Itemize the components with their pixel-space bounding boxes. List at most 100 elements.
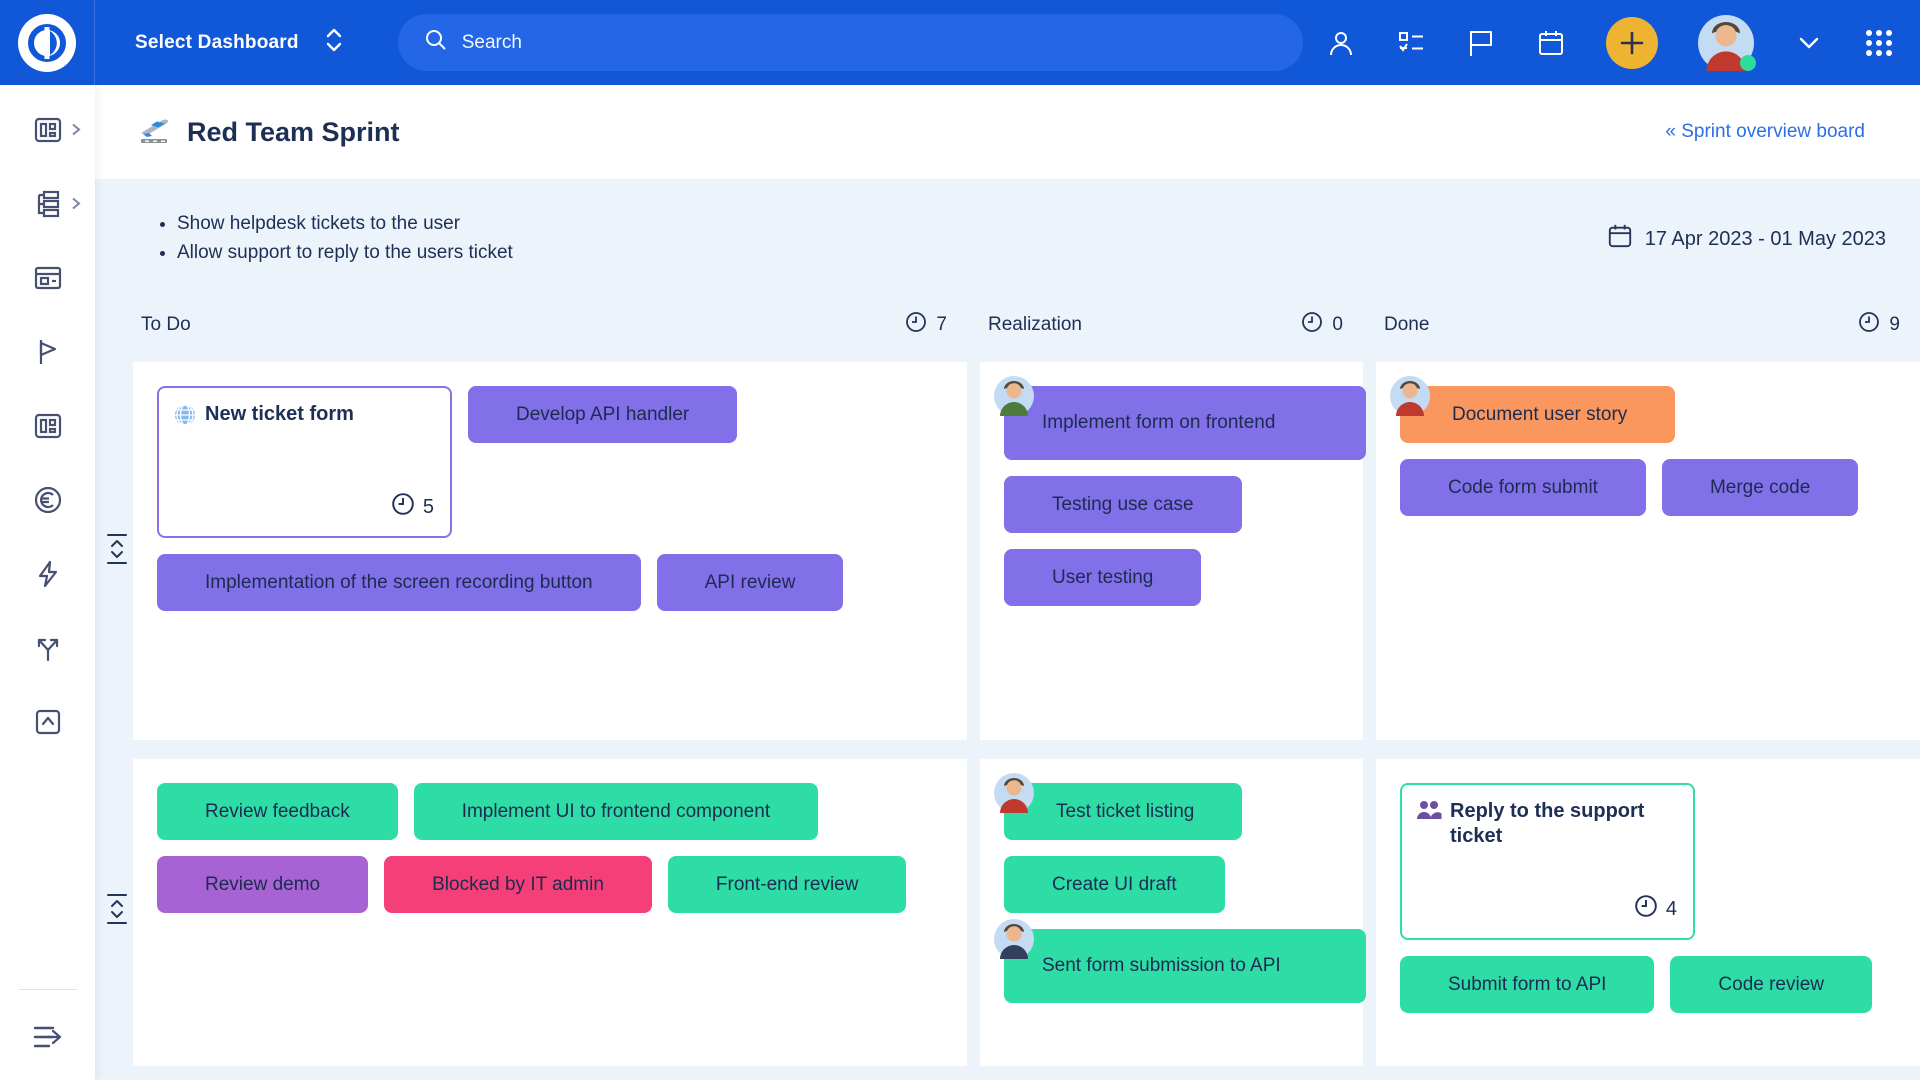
clock-icon <box>1858 311 1880 339</box>
card-label: API review <box>705 572 796 594</box>
column-hours: 9 <box>1889 314 1900 336</box>
card-label: Sent form submission to API <box>1042 953 1281 979</box>
euro-icon <box>32 484 64 521</box>
clock-icon <box>905 311 927 339</box>
kanban-card[interactable]: Develop API handler <box>468 386 737 443</box>
kanban-card[interactable]: Implement UI to frontend component <box>414 783 818 840</box>
sidebar-item-dashboards[interactable] <box>0 391 95 465</box>
kanban-card[interactable]: Submit form to API <box>1400 956 1654 1013</box>
sprint-board: Show helpdesk tickets to the user Allow … <box>95 180 1920 1080</box>
tasks-icon[interactable] <box>1396 28 1426 58</box>
app-logo[interactable] <box>0 0 95 85</box>
card-label: Create UI draft <box>1052 874 1177 896</box>
kanban-card[interactable]: Code review <box>1670 956 1872 1013</box>
card-row: Code form submit Merge code <box>1400 459 1858 516</box>
globe-icon <box>173 403 197 434</box>
sidebar-item-pages[interactable] <box>0 243 95 317</box>
card-label: Implementation of the screen recording b… <box>205 572 593 594</box>
assignee-avatar <box>1390 376 1430 416</box>
user-icon[interactable] <box>1326 28 1356 58</box>
sidebar-item-workflow[interactable] <box>0 613 95 687</box>
flag-icon[interactable] <box>1466 28 1496 58</box>
kanban-card[interactable]: Blocked by IT admin <box>384 856 652 913</box>
kanban-card[interactable]: Review feedback <box>157 783 398 840</box>
branch-icon <box>32 632 64 669</box>
card-label: Develop API handler <box>516 404 689 426</box>
card-row: Implement form on frontend <box>1004 386 1366 460</box>
dashboard-selector[interactable]: Select Dashboard <box>135 27 343 58</box>
kanban-card[interactable]: API review <box>657 554 844 611</box>
kanban-card[interactable]: Document user story <box>1400 386 1675 443</box>
card-label: Blocked by IT admin <box>432 874 604 896</box>
kanban-card[interactable]: Front-end review <box>668 856 907 913</box>
kanban-card[interactable]: Review demo <box>157 856 368 913</box>
sidebar-item-boards[interactable] <box>0 95 95 169</box>
page-title-text: Red Team Sprint <box>187 117 400 148</box>
card-row: Sent form submission to API <box>1004 929 1366 1003</box>
sidebar-item-quick[interactable] <box>0 539 95 613</box>
assignee-avatar <box>994 773 1034 813</box>
kanban-card[interactable]: Test ticket listing <box>1004 783 1242 840</box>
card-row: User testing <box>1004 549 1201 606</box>
sidebar-item-tree[interactable] <box>0 169 95 243</box>
column-header-todo: To Do 7 <box>133 311 967 339</box>
calendar-icon[interactable] <box>1536 28 1566 58</box>
sprint-date-range[interactable]: 17 Apr 2023 - 01 May 2023 <box>1607 223 1886 255</box>
kanban-card[interactable]: Create UI draft <box>1004 856 1225 913</box>
card-label: Review demo <box>205 874 320 896</box>
card-row: Implementation of the screen recording b… <box>157 554 843 611</box>
assignee-avatar <box>994 376 1034 416</box>
collapse-lane-handle[interactable] <box>105 892 129 926</box>
expand-sidebar-button[interactable] <box>0 1012 95 1066</box>
swimlane-1: New ticket form5 Develop API handler Imple… <box>133 362 1920 740</box>
app-logo-icon <box>18 14 76 72</box>
search-input[interactable] <box>462 32 1277 54</box>
box-up-icon <box>33 707 63 742</box>
card-row: Testing use case <box>1004 476 1242 533</box>
kanban-card[interactable]: User testing <box>1004 549 1201 606</box>
kanban-card[interactable]: Merge code <box>1662 459 1858 516</box>
sprint-overview-link[interactable]: « Sprint overview board <box>1665 121 1865 143</box>
kanban-card[interactable]: Reply to the support ticket4 <box>1400 783 1695 940</box>
clock-icon <box>1301 311 1323 339</box>
sprint-goal: Allow support to reply to the users tick… <box>177 242 513 264</box>
kanban-card[interactable]: New ticket form5 <box>157 386 452 538</box>
card-row: Create UI draft <box>1004 856 1225 913</box>
sidebar-item-milestones[interactable] <box>0 317 95 391</box>
card-row: Submit form to API Code review <box>1400 956 1872 1013</box>
kanban-card[interactable]: Testing use case <box>1004 476 1242 533</box>
kanban-icon <box>32 410 64 447</box>
card-label: Front-end review <box>716 874 859 896</box>
flag-icon <box>32 336 64 373</box>
sprint-goal: Show helpdesk tickets to the user <box>177 213 513 235</box>
kanban-card[interactable]: Implement form on frontend <box>1004 386 1366 460</box>
column-hours: 0 <box>1332 314 1343 336</box>
page-header: Red Team Sprint « Sprint overview board <box>95 85 1920 180</box>
card-row: Test ticket listing <box>1004 783 1242 840</box>
card-label: Code form submit <box>1448 477 1598 499</box>
chevron-down-icon[interactable] <box>1794 28 1824 58</box>
card-label: Document user story <box>1452 404 1627 426</box>
card-row: Document user story <box>1400 386 1675 443</box>
card-row: Reply to the support ticket4 <box>1400 783 1695 940</box>
chevron-right-icon <box>71 197 81 216</box>
sidebar-item-budgets[interactable] <box>0 465 95 539</box>
column-hours: 7 <box>936 314 947 336</box>
collapse-lane-handle[interactable] <box>105 532 129 566</box>
calendar-icon <box>1607 223 1633 255</box>
dashboard-selector-label: Select Dashboard <box>135 32 299 54</box>
card-label: Submit form to API <box>1448 974 1606 996</box>
kanban-card[interactable]: Implementation of the screen recording b… <box>157 554 641 611</box>
user-avatar[interactable] <box>1698 15 1754 71</box>
search-bar[interactable] <box>398 14 1303 71</box>
expand-sidebar-icon <box>31 1024 65 1055</box>
airplane-departure-icon <box>139 113 173 152</box>
apps-grid-icon[interactable] <box>1864 28 1894 58</box>
kanban-card[interactable]: Code form submit <box>1400 459 1646 516</box>
card-label: Code review <box>1718 974 1824 996</box>
add-button[interactable] <box>1606 17 1658 69</box>
card-label: User testing <box>1052 567 1153 589</box>
sidebar-item-upload[interactable] <box>0 687 95 761</box>
online-status-dot <box>1740 55 1756 71</box>
kanban-card[interactable]: Sent form submission to API <box>1004 929 1366 1003</box>
